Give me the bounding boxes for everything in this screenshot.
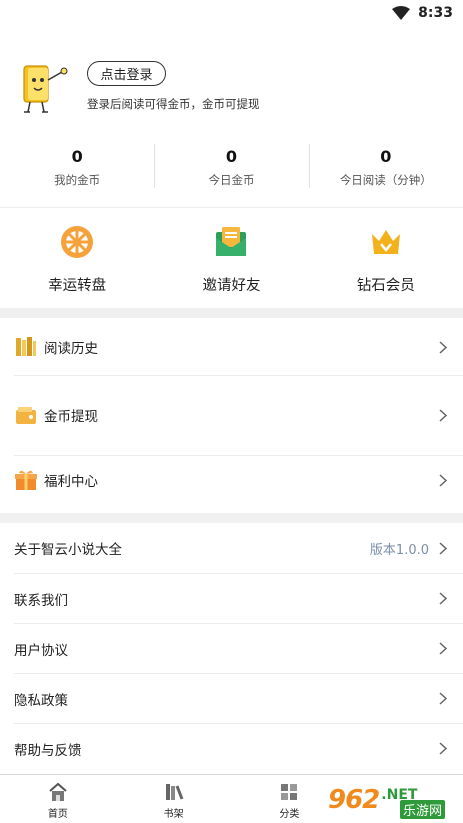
chevron-right-icon [439,408,447,422]
stat-label: 今日阅读（分钟） [339,173,432,187]
version-text: 版本1.0.0 [369,542,429,558]
menu-label: 福利中心 [44,474,98,490]
watermark-logo: 962 .NET 乐游网 [328,776,463,823]
chevron-right-icon [439,340,447,354]
menu-label: 关于智云小说大全 [14,542,122,558]
menu-about[interactable]: 关于智云小说大全 版本1.0.0 [0,523,463,573]
stat-today-coins[interactable]: 0 今日金币 [154,142,308,190]
chevron-right-icon [439,642,447,655]
tab-bookshelf[interactable]: 书架 [116,775,232,823]
menu-coin-withdraw[interactable]: 金币提现 [0,384,463,446]
login-button[interactable]: 点击登录 [87,61,166,86]
stat-label: 我的金币 [54,173,101,187]
menu-contact-us[interactable]: 联系我们 [0,574,463,623]
watermark-text: 乐游网 [400,800,446,819]
wifi-icon [392,6,411,20]
chevron-right-icon [439,692,447,705]
stat-today-reading[interactable]: 0 今日阅读（分钟） [308,142,463,190]
menu-privacy-policy[interactable]: 隐私政策 [0,674,463,723]
tab-label: 书架 [163,809,184,820]
quick-label: 幸运转盘 [48,278,107,294]
bookshelf-icon [165,784,184,800]
quick-lucky-wheel[interactable]: 幸运转盘 [0,224,154,302]
category-icon [281,784,298,800]
watermark-number: 962 [328,784,380,815]
envelope-icon [216,227,247,256]
chevron-right-icon [439,473,447,487]
divider [0,207,463,208]
login-hint: 登录后阅读可得金币，金币可提现 [87,97,260,111]
chevron-right-icon [439,541,447,555]
wallet-icon [16,407,36,424]
wheel-icon [61,226,94,258]
chevron-right-icon [439,592,447,605]
quick-diamond-vip[interactable]: 钻石会员 [309,224,463,302]
menu-label: 联系我们 [14,592,68,609]
home-icon [49,782,67,801]
status-time: 8:33 [418,5,453,21]
menu-label: 帮助与反馈 [14,742,82,759]
gift-icon [15,470,37,490]
section-gap [0,513,463,523]
menu-help-feedback[interactable]: 帮助与反馈 [0,724,463,773]
menu-user-agreement[interactable]: 用户协议 [0,624,463,673]
quick-label: 邀请好友 [202,278,261,294]
menu-label: 金币提现 [44,409,98,425]
quick-actions: 幸运转盘 邀请好友 钻石会员 [0,224,463,302]
crown-icon [371,230,400,254]
divider [14,375,463,376]
stat-my-coins[interactable]: 0 我的金币 [0,142,154,190]
books-icon [16,337,36,356]
menu-label: 阅读历史 [44,341,98,357]
tab-label: 分类 [279,809,300,820]
stats-row: 0 我的金币 0 今日金币 0 今日阅读（分钟） [0,142,463,190]
tab-home[interactable]: 首页 [0,775,116,823]
quick-invite-friends[interactable]: 邀请好友 [154,224,308,302]
stat-value: 0 [380,147,392,166]
book-mascot-icon [23,65,68,113]
section-gap [0,308,463,318]
menu-welfare-center[interactable]: 福利中心 [0,450,463,510]
menu-label: 隐私政策 [14,692,68,709]
status-bar: 8:33 [0,0,463,26]
tab-label: 首页 [47,809,68,820]
stat-label: 今日金币 [208,173,255,187]
chevron-right-icon [439,742,447,755]
stat-value: 0 [225,147,238,166]
menu-reading-history[interactable]: 阅读历史 [0,318,463,376]
menu-label: 用户协议 [14,642,68,659]
quick-label: 钻石会员 [356,278,415,294]
stat-value: 0 [71,147,83,166]
